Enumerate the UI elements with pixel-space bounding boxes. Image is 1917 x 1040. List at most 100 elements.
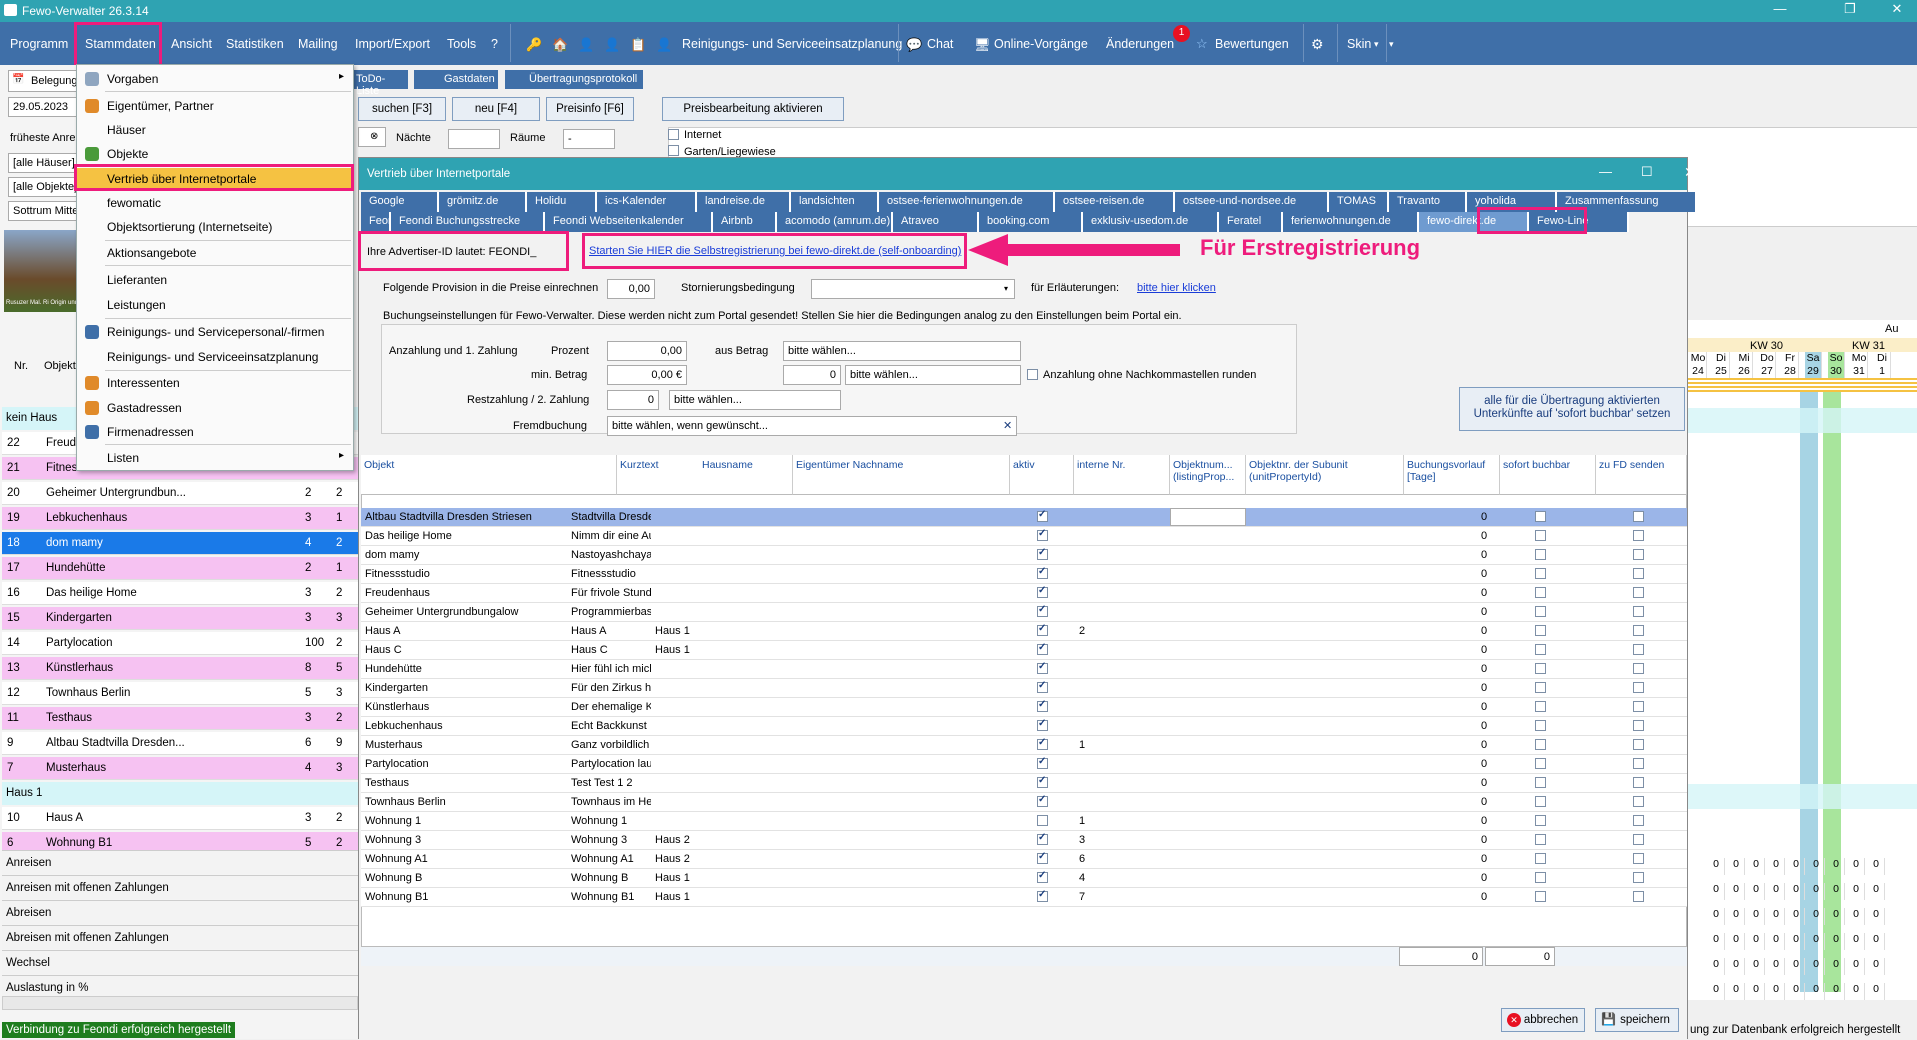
- object-row[interactable]: 19 Lebkuchenhaus 3 1: [2, 507, 358, 530]
- grid-col-header[interactable]: interne Nr.: [1074, 455, 1170, 495]
- grid-col-header[interactable]: Objekt: [361, 455, 617, 495]
- star-icon[interactable]: ☆: [1196, 36, 1208, 52]
- summary-row[interactable]: Abreisen: [2, 900, 358, 924]
- key-icon[interactable]: 🔑: [526, 37, 542, 53]
- sofort-buchbar-checkbox[interactable]: [1535, 644, 1546, 655]
- toolbar-reinigung[interactable]: Reinigungs- und Serviceeinsatzplanung: [682, 37, 902, 51]
- sofort-buchbar-checkbox[interactable]: [1535, 530, 1546, 541]
- menu-aktionsangebote[interactable]: Aktionsangebote: [107, 246, 196, 260]
- object-row[interactable]: 10 Haus A 3 2: [2, 807, 358, 830]
- portal-tab[interactable]: ostsee-ferienwohnungen.de: [879, 192, 1055, 212]
- object-row[interactable]: 14 Partylocation 100 2: [2, 632, 358, 655]
- grid-row[interactable]: Geheimer Untergrundbungalow Programmierba…: [361, 603, 1687, 622]
- aktiv-checkbox[interactable]: [1037, 832, 1048, 845]
- sofort-buchbar-button[interactable]: alle für die Übertragung aktivierten Unt…: [1459, 387, 1685, 431]
- grid-row[interactable]: Testhaus Test Test 1 2 0: [361, 774, 1687, 793]
- zu-fd-senden-checkbox[interactable]: [1633, 739, 1644, 750]
- menu-gastadressen[interactable]: Gastadressen: [107, 401, 182, 415]
- aktiv-checkbox[interactable]: [1037, 737, 1048, 750]
- grid-row[interactable]: Altbau Stadtvilla Dresden Striesen Stadtv…: [361, 508, 1687, 527]
- portal-tab[interactable]: landreise.de: [697, 192, 791, 212]
- select-haeuser[interactable]: [alle Häuser]: [8, 153, 78, 173]
- grid-row[interactable]: Wohnung B1 Wohnung B1 Haus 1 7 0: [361, 888, 1687, 907]
- aktiv-checkbox[interactable]: [1037, 642, 1048, 655]
- grid-col-header[interactable]: sofort buchbar: [1500, 455, 1596, 495]
- portal-tab[interactable]: Feratel: [1219, 212, 1283, 232]
- aktiv-checkbox[interactable]: [1037, 566, 1048, 579]
- grid-row[interactable]: Kindergarten Für den Zirkus hier 0: [361, 679, 1687, 698]
- object-row[interactable]: 20 Geheimer Untergrundbun... 2 2: [2, 482, 358, 505]
- grid-row[interactable]: Künstlerhaus Der ehemalige Ko... 0: [361, 698, 1687, 717]
- overflow-icon[interactable]: ▾: [1389, 39, 1394, 50]
- neu-button[interactable]: neu [F4]: [452, 97, 540, 121]
- sofort-buchbar-checkbox[interactable]: [1535, 720, 1546, 731]
- fremdbuchung-select[interactable]: bitte wählen, wenn gewünscht...: [607, 416, 1017, 436]
- object-row[interactable]: 17 Hundehütte 2 1: [2, 557, 358, 580]
- aktiv-checkbox[interactable]: [1037, 623, 1048, 636]
- grid-col-header[interactable]: aktiv: [1010, 455, 1074, 495]
- aktiv-checkbox[interactable]: [1037, 528, 1048, 541]
- grid-row[interactable]: Wohnung 3 Wohnung 3 Haus 2 3 0: [361, 831, 1687, 850]
- zu-fd-senden-checkbox[interactable]: [1633, 549, 1644, 560]
- grid-row[interactable]: Wohnung B Wohnung B Haus 1 4 0: [361, 869, 1687, 888]
- portal-tab[interactable]: Feondi Webseitenkalender: [545, 212, 713, 232]
- toolbar-online[interactable]: Online-Vorgänge: [994, 37, 1088, 51]
- grid-row[interactable]: dom mamy Nastoyashchaya... 0: [361, 546, 1687, 565]
- portal-tab[interactable]: Atraveo: [893, 212, 979, 232]
- sofort-buchbar-checkbox[interactable]: [1535, 701, 1546, 712]
- aktiv-checkbox[interactable]: [1037, 604, 1048, 617]
- aktiv-checkbox[interactable]: [1037, 870, 1048, 883]
- worker-icon[interactable]: 👤: [656, 37, 672, 53]
- menu-einsatzplanung[interactable]: Reinigungs- und Serviceeinsatzplanung: [107, 350, 318, 364]
- menu-help[interactable]: ?: [491, 37, 498, 51]
- aktiv-checkbox[interactable]: [1037, 756, 1048, 769]
- restore-icon[interactable]: ❐: [1830, 1, 1870, 17]
- checkbox-round[interactable]: [1027, 369, 1038, 380]
- sofort-buchbar-checkbox[interactable]: [1535, 872, 1546, 883]
- dialog-maximize-icon[interactable]: ☐: [1641, 164, 1653, 180]
- gear-icon[interactable]: ⚙: [1311, 36, 1324, 53]
- chevron-down-icon[interactable]: ▾: [1374, 39, 1379, 50]
- select-objekte[interactable]: [alle Objekte]: [8, 177, 78, 197]
- tab-todo[interactable]: ToDo-Liste: [354, 70, 408, 97]
- zu-fd-senden-checkbox[interactable]: [1633, 530, 1644, 541]
- zu-fd-senden-checkbox[interactable]: [1633, 758, 1644, 769]
- grid-row[interactable]: Lebkuchenhaus Echt Backkunst 0: [361, 717, 1687, 736]
- home-icon[interactable]: 🏠: [552, 37, 568, 53]
- aktiv-checkbox[interactable]: [1037, 661, 1048, 674]
- grid-col-header[interactable]: Objektnum... (listingProp...: [1170, 455, 1246, 495]
- online-icon[interactable]: 🖥: [974, 37, 991, 53]
- sofort-buchbar-checkbox[interactable]: [1535, 511, 1546, 522]
- grid-row[interactable]: Fitnessstudio Fitnessstudio 0: [361, 565, 1687, 584]
- sofort-buchbar-checkbox[interactable]: [1535, 606, 1546, 617]
- minbetrag-input[interactable]: 0,00 €: [607, 365, 687, 385]
- grid-row[interactable]: Das heilige Home Nimm dir eine Aus... 0: [361, 527, 1687, 546]
- object-row[interactable]: 9 Altbau Stadtvilla Dresden... 6 9: [2, 732, 358, 755]
- naechte-spinner[interactable]: [448, 129, 500, 149]
- menu-objekte[interactable]: Objekte: [107, 147, 148, 161]
- toolbar-aenderungen[interactable]: Änderungen: [1106, 37, 1174, 51]
- preisbearbeitung-button[interactable]: Preisbearbeitung aktivieren: [662, 97, 844, 121]
- menu-eigentuemer[interactable]: Eigentümer, Partner: [107, 99, 214, 113]
- zu-fd-senden-checkbox[interactable]: [1633, 587, 1644, 598]
- grid-row[interactable]: Hundehütte Hier fühl ich mich... 0: [361, 660, 1687, 679]
- portal-tab[interactable]: Travanto: [1389, 192, 1467, 212]
- portal-tab[interactable]: Google: [361, 192, 439, 212]
- object-row[interactable]: 18 dom mamy 4 2: [2, 532, 358, 555]
- select-ort[interactable]: Sottrum Mitte: [8, 201, 78, 221]
- zu-fd-senden-checkbox[interactable]: [1633, 644, 1644, 655]
- clear-icon[interactable]: ✕: [1003, 419, 1012, 432]
- minbetrag-days[interactable]: 0: [783, 365, 841, 385]
- summary-row[interactable]: Wechsel: [2, 950, 358, 974]
- portal-tab[interactable]: exklusiv-usedom.de: [1083, 212, 1219, 232]
- aktiv-checkbox[interactable]: [1037, 585, 1048, 598]
- object-row[interactable]: 11 Testhaus 3 2: [2, 707, 358, 730]
- sofort-buchbar-checkbox[interactable]: [1535, 777, 1546, 788]
- portal-tab[interactable]: ics-Kalender: [597, 192, 697, 212]
- menu-interessenten[interactable]: Interessenten: [107, 376, 180, 390]
- menu-lieferanten[interactable]: Lieferanten: [107, 273, 167, 287]
- zu-fd-senden-checkbox[interactable]: [1633, 682, 1644, 693]
- portal-tab[interactable]: booking.com: [979, 212, 1083, 232]
- aktiv-checkbox[interactable]: [1037, 680, 1048, 693]
- zu-fd-senden-checkbox[interactable]: [1633, 891, 1644, 902]
